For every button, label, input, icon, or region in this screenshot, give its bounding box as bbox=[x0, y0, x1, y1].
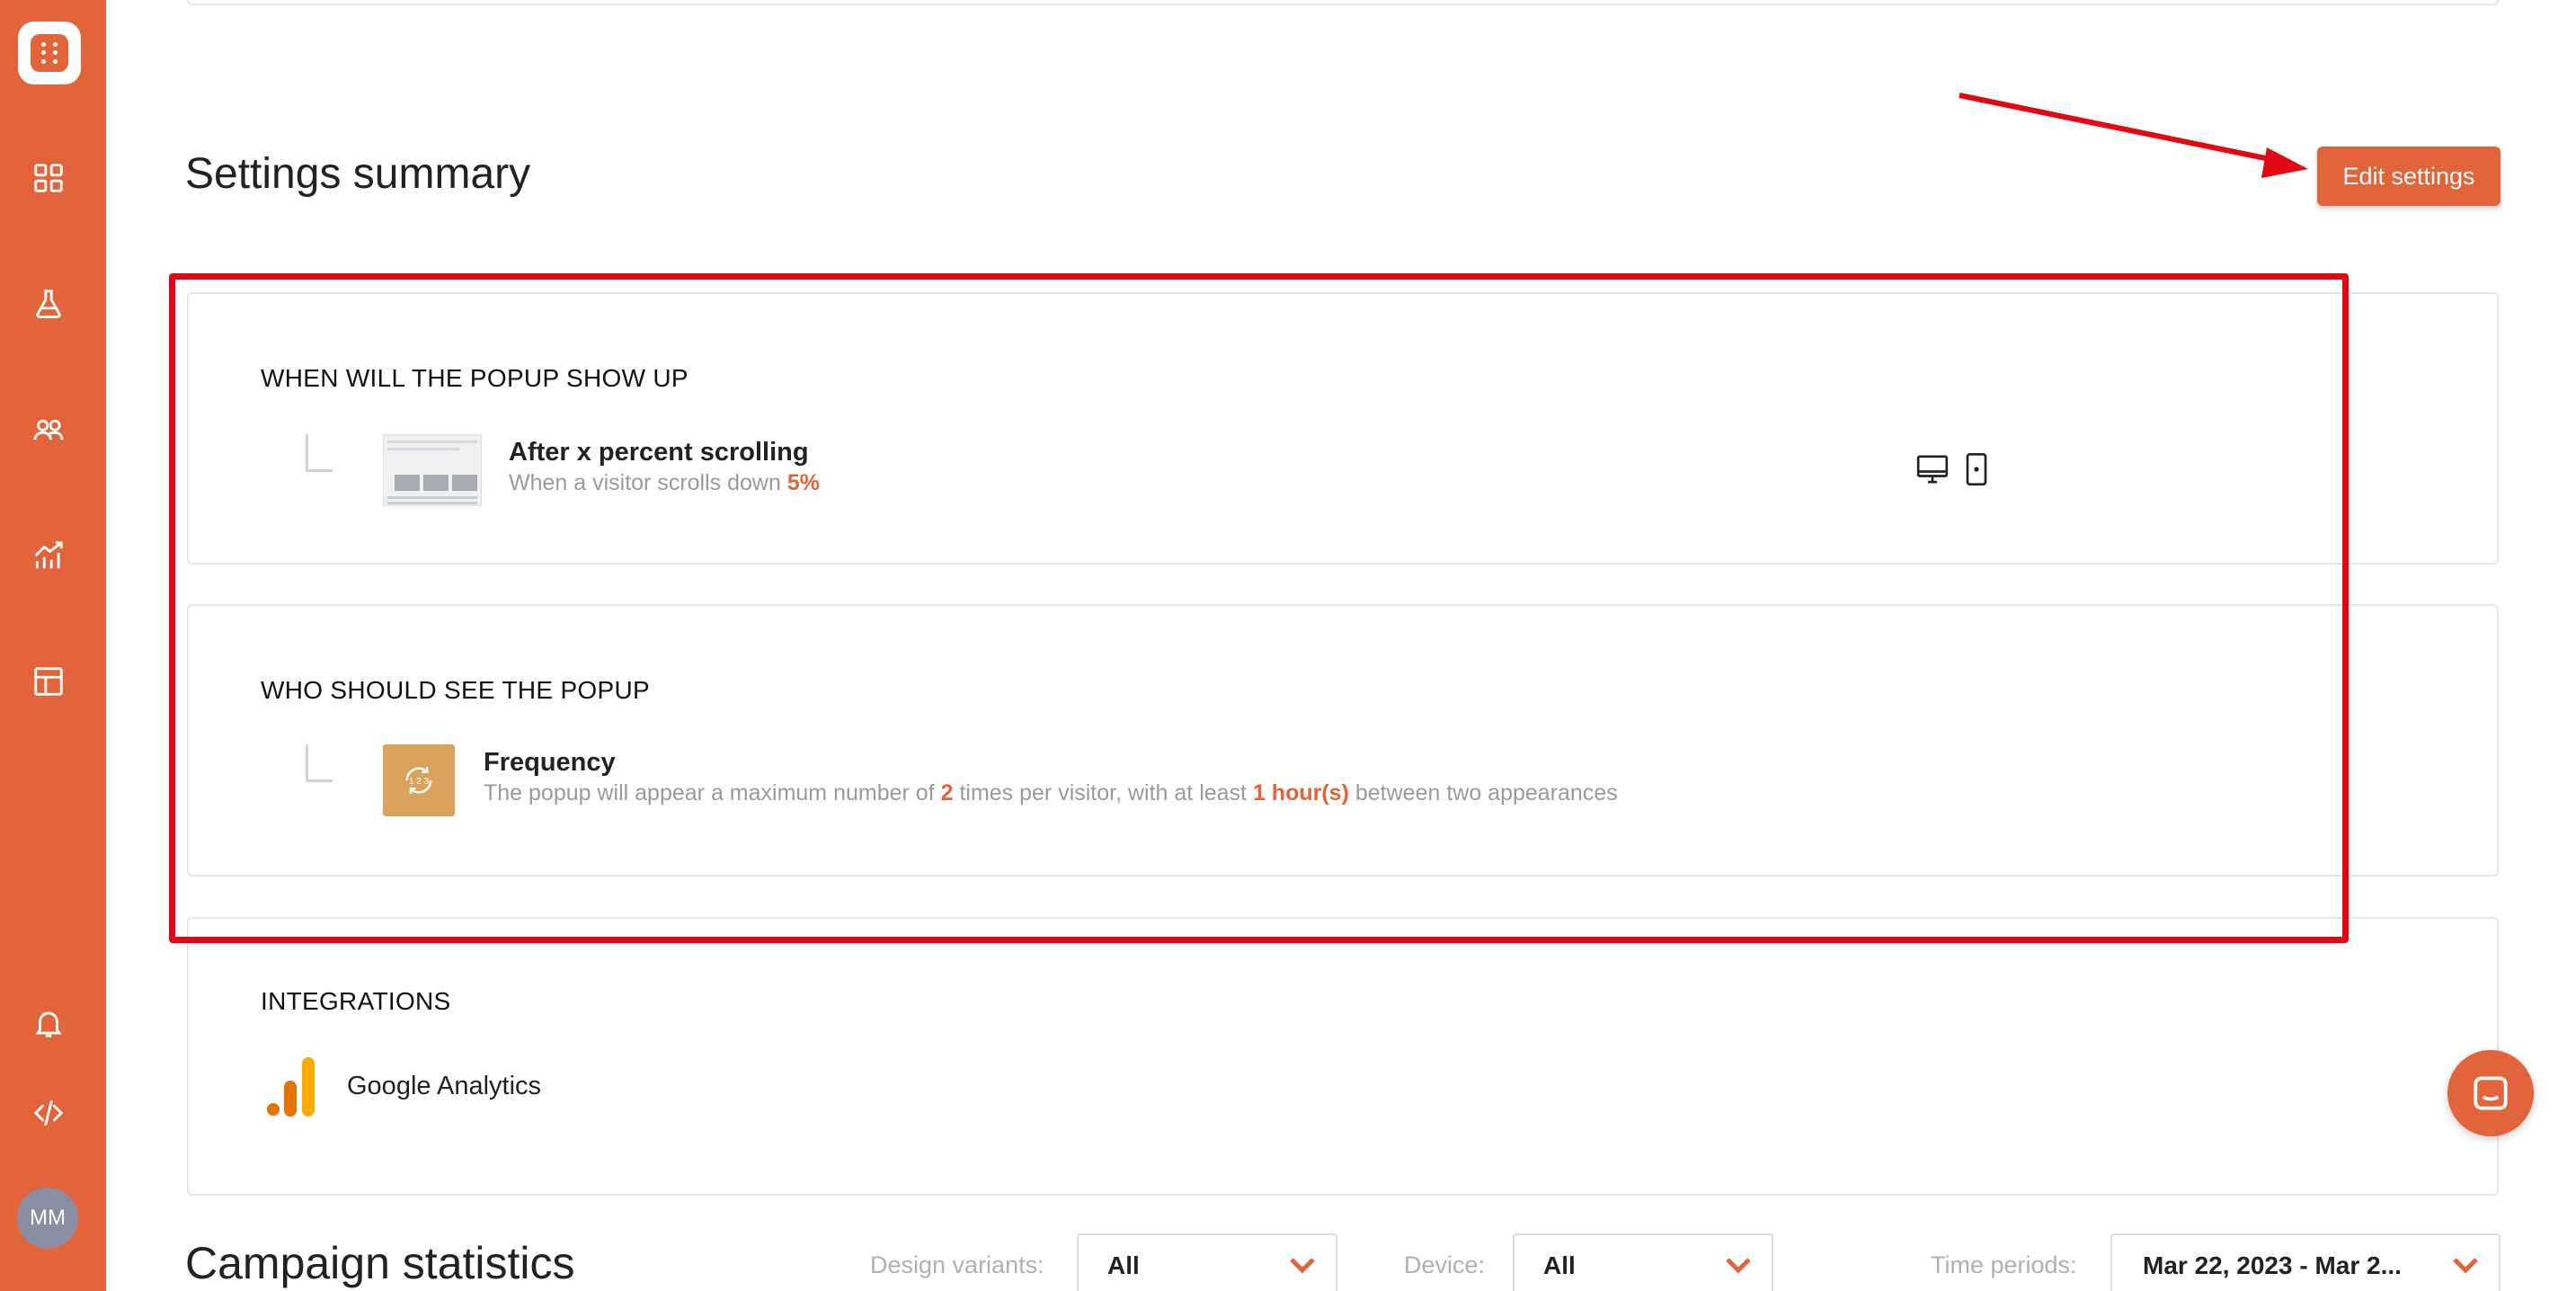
previous-card bbox=[187, 0, 2499, 5]
chat-icon bbox=[2474, 1076, 2508, 1110]
google-analytics-icon bbox=[267, 1057, 315, 1117]
annotation-arrow bbox=[1959, 93, 2308, 178]
device-select[interactable]: All bbox=[1513, 1233, 1773, 1291]
time-periods-label: Time periods: bbox=[1931, 1251, 2077, 1278]
design-variants-label: Design variants: bbox=[870, 1251, 1044, 1278]
section-heading: INTEGRATIONS bbox=[261, 987, 451, 1015]
avatar[interactable]: MM bbox=[17, 1188, 78, 1249]
annotation-highlight-box bbox=[169, 273, 2349, 943]
chevron-down-icon bbox=[1290, 1258, 1315, 1274]
app-logo[interactable] bbox=[18, 22, 81, 85]
code-icon[interactable] bbox=[31, 1095, 67, 1131]
dashboard-icon[interactable] bbox=[31, 160, 67, 196]
bell-icon[interactable] bbox=[31, 1005, 67, 1041]
analytics-icon[interactable] bbox=[31, 538, 67, 574]
users-icon[interactable] bbox=[31, 412, 67, 448]
page-title: Settings summary bbox=[185, 150, 531, 198]
chat-button[interactable] bbox=[2447, 1050, 2534, 1136]
time-periods-select[interactable]: Mar 22, 2023 - Mar 2... bbox=[2110, 1233, 2500, 1291]
sidebar: MM bbox=[0, 0, 106, 1291]
device-label: Device: bbox=[1404, 1251, 1486, 1278]
edit-settings-button[interactable]: Edit settings bbox=[2317, 147, 2500, 206]
campaign-statistics-title: Campaign statistics bbox=[185, 1238, 575, 1288]
layout-icon[interactable] bbox=[31, 663, 67, 699]
design-variants-select[interactable]: All bbox=[1077, 1233, 1337, 1291]
chevron-down-icon bbox=[1726, 1258, 1751, 1274]
integrations-section: INTEGRATIONS Google Analytics bbox=[187, 917, 2499, 1196]
integration-google-analytics[interactable]: Google Analytics bbox=[347, 1072, 541, 1101]
flask-icon[interactable] bbox=[31, 286, 67, 322]
chevron-down-icon bbox=[2453, 1258, 2478, 1274]
